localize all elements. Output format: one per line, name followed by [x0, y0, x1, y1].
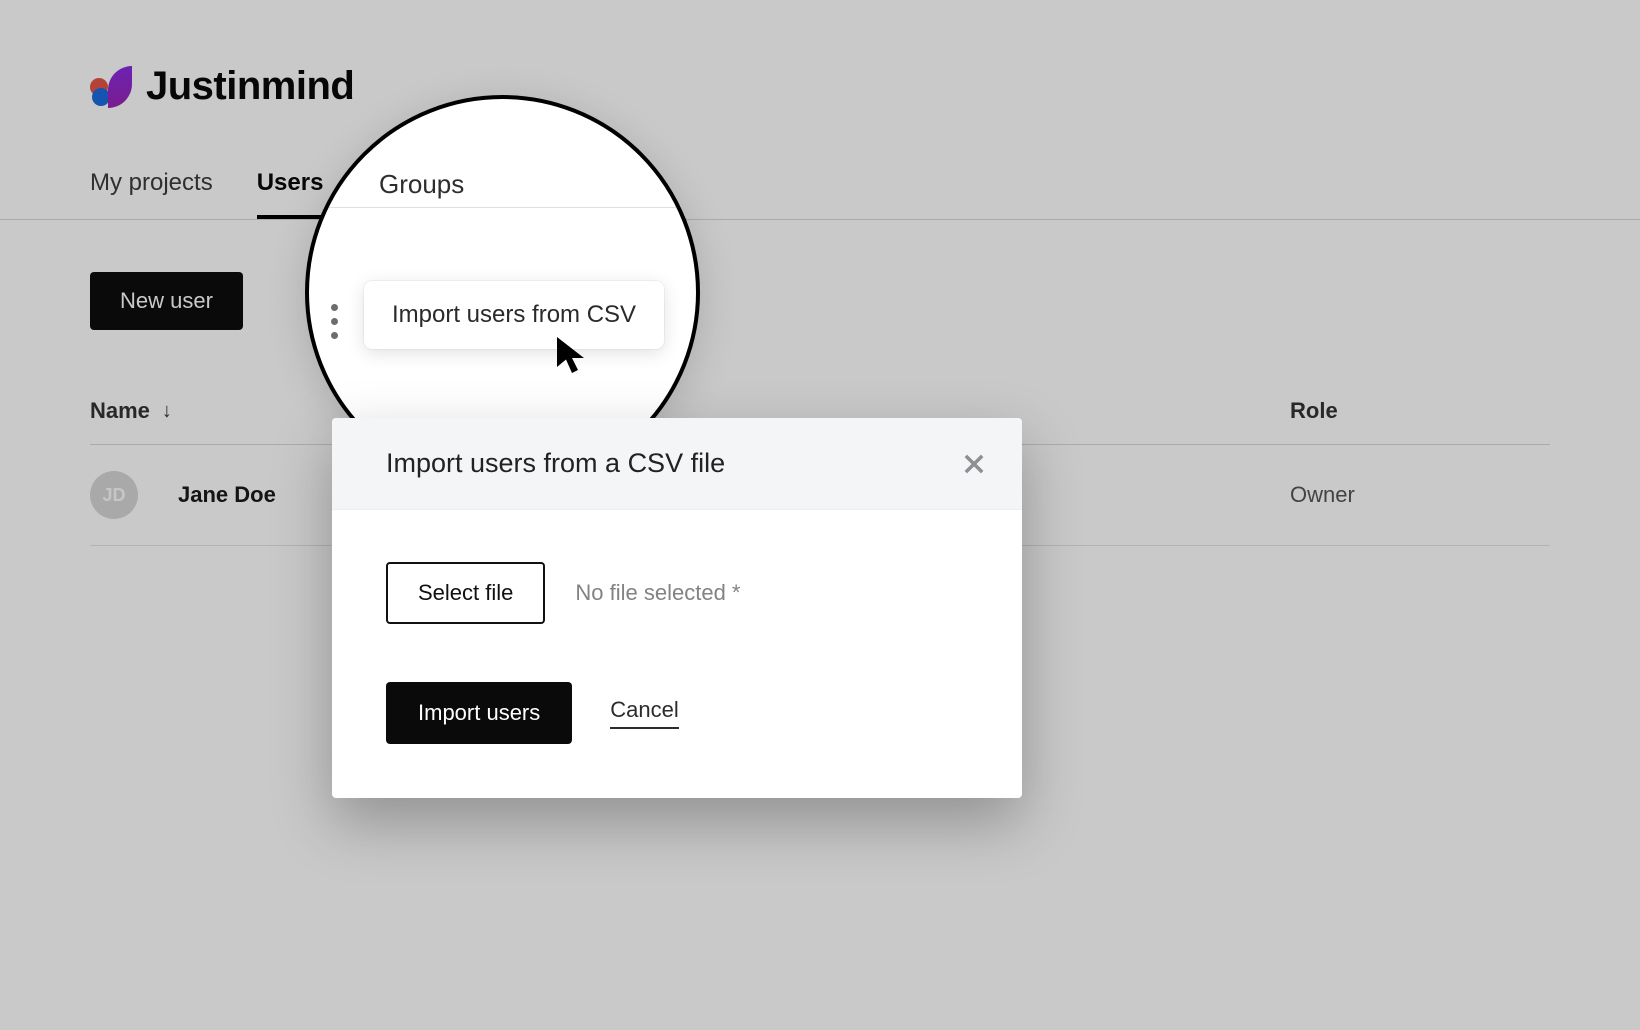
- import-users-button[interactable]: Import users: [386, 682, 572, 744]
- menu-item-import-csv[interactable]: Import users from CSV: [364, 281, 664, 349]
- select-file-button[interactable]: Select file: [386, 562, 545, 624]
- tab-my-projects[interactable]: My projects: [90, 169, 213, 219]
- modal-header: Import users from a CSV file: [332, 418, 1022, 510]
- sort-arrow-down-icon: ↓: [162, 400, 172, 423]
- modal-title: Import users from a CSV file: [386, 448, 725, 479]
- cancel-link[interactable]: Cancel: [610, 697, 678, 729]
- close-icon[interactable]: [960, 450, 988, 478]
- magnifier-tab-groups[interactable]: Groups: [379, 169, 464, 200]
- main-tabs: My projects Users: [0, 169, 1640, 220]
- column-header-role[interactable]: Role: [1290, 398, 1550, 424]
- avatar: JD: [90, 471, 138, 519]
- cursor-icon: [554, 334, 590, 376]
- no-file-selected-hint: No file selected *: [575, 580, 740, 606]
- cell-role: Owner: [1290, 482, 1550, 508]
- column-header-name-label: Name: [90, 398, 150, 424]
- toolbar: New user: [0, 220, 1640, 330]
- logo-mark-icon: [90, 66, 132, 108]
- magnifier-tab-underline: [309, 207, 696, 208]
- user-name: Jane Doe: [178, 482, 276, 508]
- import-csv-modal: Import users from a CSV file Select file…: [332, 418, 1022, 798]
- modal-body: Select file No file selected * Import us…: [332, 510, 1022, 798]
- new-user-button[interactable]: New user: [90, 272, 243, 330]
- more-menu-icon[interactable]: [331, 304, 338, 339]
- header: Justinmind: [0, 0, 1640, 109]
